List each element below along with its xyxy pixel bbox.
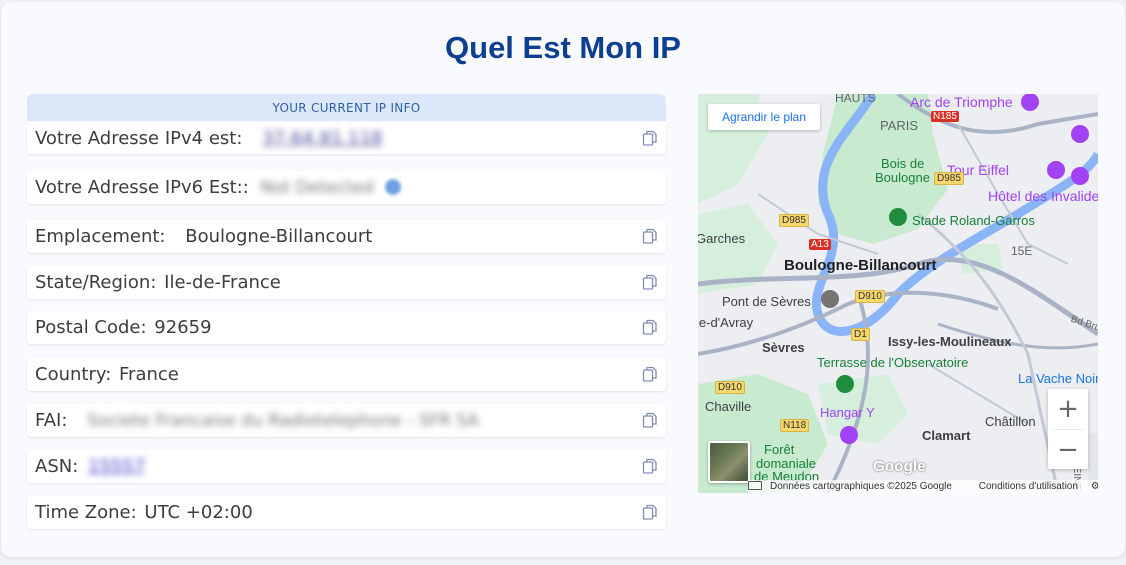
copy-icon[interactable]: [642, 274, 658, 290]
map-label-bois2: Boulogne: [875, 170, 930, 185]
pin-tour-eiffel: [1047, 161, 1065, 179]
location-value: Boulogne-Billancourt: [185, 226, 373, 247]
map-label-chaville: Chaville: [705, 399, 752, 414]
map-attribution: Données cartographiques ©2025 Google Con…: [748, 480, 1098, 493]
map-embed[interactable]: HAUTS Arc de Triomphe PARIS N185 Bois de…: [698, 94, 1098, 493]
copy-icon[interactable]: [642, 319, 658, 335]
asn-value[interactable]: 15557: [88, 456, 145, 477]
map-label-d910: D910: [855, 290, 885, 303]
info-row-timezone: Time Zone: UTC +02:00: [27, 496, 666, 529]
ipv6-label: Votre Adresse IPv6 Est::: [35, 177, 249, 198]
copy-icon[interactable]: [642, 366, 658, 382]
postal-value: 92659: [154, 317, 212, 338]
info-row-postal: Postal Code: 92659: [27, 311, 666, 344]
pin-palace: [1071, 125, 1089, 143]
copy-icon[interactable]: [642, 228, 658, 244]
map-label-d1: D1: [851, 328, 870, 341]
map-label-hangar: Hangar Y: [820, 405, 875, 420]
satellite-toggle[interactable]: [708, 441, 750, 483]
map-label-issy: Issy-les-Moulineaux: [888, 334, 1012, 349]
map-label-d985: D985: [779, 214, 809, 227]
pin-hangar-y: [840, 426, 858, 444]
map-label-avray: le-d'Avray: [698, 315, 754, 330]
map-label-hauts: HAUTS: [835, 94, 876, 105]
map-label-boulogne: Boulogne-Billancourt: [784, 257, 937, 274]
enlarge-map-button[interactable]: Agrandir le plan: [708, 104, 820, 130]
pin-terrasse: [836, 375, 854, 393]
country-value: France: [119, 364, 179, 385]
location-label: Emplacement:: [35, 226, 166, 247]
region-label: State/Region:: [35, 272, 157, 293]
zoom-in-button[interactable]: +: [1048, 389, 1088, 429]
ipv4-label: Votre Adresse IPv4 est:: [35, 128, 243, 149]
ipv4-value[interactable]: 37.64.81.118: [262, 128, 382, 149]
map-label-n185: N185: [931, 111, 959, 122]
map-label-vache: La Vache Noire: [1018, 371, 1098, 386]
map-label-n118: N118: [780, 419, 810, 432]
info-row-country: Country: France: [27, 358, 666, 391]
pin-pont-de-sevres: [821, 290, 839, 308]
map-label-15e: 15E: [1011, 244, 1033, 258]
zoom-controls: + −: [1048, 389, 1088, 469]
map-label-a13: A13: [809, 239, 831, 250]
copy-icon[interactable]: [642, 458, 658, 474]
info-row-isp: FAI: Societe Francaise du Radiotelephone…: [27, 404, 666, 437]
map-label-garches: Garches: [698, 231, 746, 246]
asn-label: ASN:: [35, 456, 79, 477]
info-icon[interactable]: [385, 179, 402, 195]
postal-label: Postal Code:: [35, 317, 147, 338]
map-label-paris: PARIS: [880, 118, 919, 133]
map-label-clamart: Clamart: [922, 428, 971, 443]
timezone-value: UTC +02:00: [144, 502, 253, 523]
info-header: YOUR CURRENT IP INFO: [27, 94, 666, 121]
isp-label: FAI:: [35, 410, 68, 431]
copy-icon[interactable]: [642, 130, 658, 146]
attribution-text: Données cartographiques ©2025 Google: [770, 481, 952, 492]
map-label-d985-top: D985: [934, 172, 964, 185]
ipv6-value: Not Detected: [260, 178, 374, 198]
copy-icon[interactable]: [642, 412, 658, 428]
pin-invalides: [1071, 167, 1089, 185]
info-row-region: State/Region: Ile-de-France: [27, 266, 666, 299]
region-value: Ile-de-France: [164, 272, 281, 293]
map-label-roland: Stade Roland-Garros: [912, 213, 1035, 228]
page-title: Quel Est Mon IP: [445, 30, 681, 65]
pin-roland-garros: [889, 208, 907, 226]
info-row-ipv4: Votre Adresse IPv4 est: 37.64.81.118: [27, 122, 666, 154]
map-label-hotel: Hôtel des Invalides: [988, 188, 1098, 204]
map-label-arc: Arc de Triomphe: [910, 94, 1013, 110]
map-label-terrasse: Terrasse de l'Observatoire: [817, 355, 969, 370]
keyboard-icon[interactable]: [748, 481, 762, 490]
map-label-chatillon: Châtillon: [985, 414, 1036, 429]
timezone-label: Time Zone:: [35, 502, 137, 523]
settings-icon[interactable]: ⚙: [1091, 481, 1098, 492]
map-label-d910b: D910: [715, 381, 745, 394]
map-label-sevres: Sèvres: [762, 340, 805, 355]
info-row-ipv6: Votre Adresse IPv6 Est:: Not Detected: [27, 171, 666, 204]
map-label-pont: Pont de Sèvres: [722, 294, 811, 309]
map-label-bois: Bois de: [881, 156, 925, 171]
zoom-out-button[interactable]: −: [1048, 430, 1088, 470]
terms-link[interactable]: Conditions d'utilisation: [979, 481, 1078, 492]
google-logo: Google: [873, 458, 926, 475]
copy-icon[interactable]: [642, 504, 658, 520]
country-label: Country:: [35, 364, 112, 385]
info-row-asn: ASN: 15557: [27, 450, 666, 483]
isp-value: Societe Francaise du Radiotelephone - SF…: [87, 411, 480, 431]
map-label-foret: Forêt: [764, 442, 795, 457]
info-row-location: Emplacement: Boulogne-Billancourt: [27, 220, 666, 253]
